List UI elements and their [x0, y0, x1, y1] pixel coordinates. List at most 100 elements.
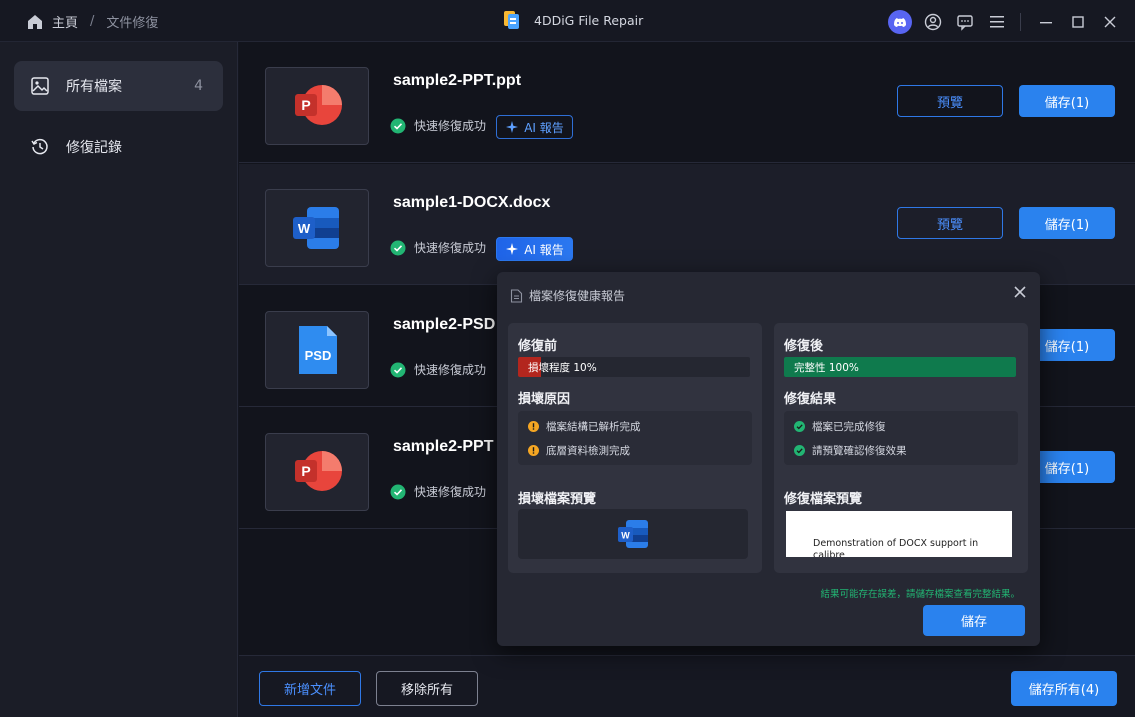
check-circle-icon: [390, 362, 406, 377]
save-button[interactable]: 儲存(1): [1019, 207, 1115, 239]
warning-icon: [528, 445, 539, 456]
check-circle-icon: [794, 421, 805, 432]
list-item-text: 檔案結構已解析完成: [546, 421, 641, 433]
list-item: 檔案已完成修復: [794, 419, 886, 434]
sidebar-item-label: 所有檔案: [66, 79, 122, 95]
integrity-bar: 完整性 100%: [784, 357, 1016, 377]
file-name: sample2-PSD: [393, 316, 496, 333]
file-thumbnail: PSD: [265, 311, 369, 389]
document-icon: [510, 288, 523, 303]
app-title-text: 4DDiG File Repair: [534, 12, 644, 28]
file-name: sample1-DOCX.docx: [393, 194, 551, 211]
file-thumbnail: P: [265, 433, 369, 511]
home-icon[interactable]: [26, 13, 44, 31]
powerpoint-icon: P: [295, 85, 342, 125]
account-icon[interactable]: [922, 11, 944, 33]
check-circle-icon: [794, 445, 805, 456]
save-all-button[interactable]: 儲存所有(4): [1011, 671, 1117, 706]
list-item-text: 請預覽確認修復效果: [812, 445, 907, 457]
after-heading: 修復後: [784, 338, 824, 353]
repair-status: 快速修復成功: [390, 361, 486, 378]
list-item: 檔案結構已解析完成: [528, 419, 641, 434]
result-note: 結果可能存在誤差，請儲存檔案查看完整結果。: [820, 589, 1020, 600]
damage-bar-label: 損壞程度 10%: [528, 362, 597, 374]
file-row[interactable]: P sample2-PPT.ppt 快速修復成功 AI 報告 預覽 儲存(1): [239, 42, 1135, 163]
maximize-icon[interactable]: [1067, 11, 1089, 33]
preview-button[interactable]: 預覽: [897, 85, 1003, 117]
sparkle-icon: [506, 121, 519, 133]
repair-status-text: 快速修復成功: [414, 241, 487, 255]
close-icon[interactable]: [1099, 11, 1121, 33]
list-item-text: 檔案已完成修復: [812, 421, 886, 433]
popup-save-button[interactable]: 儲存: [923, 605, 1025, 636]
after-repair-panel: 修復後 完整性 100% 修復結果 檔案已完成修復 請預覽確認修復效果 修復檔案…: [774, 323, 1028, 573]
repaired-file-preview[interactable]: Demonstration of DOCX support in calibre: [786, 511, 1012, 557]
before-heading: 修復前: [518, 338, 558, 353]
cause-heading: 損壞原因: [518, 391, 571, 406]
sidebar-item-all-files[interactable]: 所有檔案 4: [14, 61, 223, 111]
svg-text:W: W: [298, 221, 311, 236]
popup-title: 檔案修復健康報告: [510, 287, 625, 304]
repair-status: 快速修復成功: [390, 117, 486, 134]
breadcrumb-separator: /: [90, 14, 95, 29]
file-name: sample2-PPT: [393, 438, 494, 455]
powerpoint-icon: P: [295, 451, 342, 491]
word-icon: W: [293, 207, 339, 249]
ai-report-popup: 檔案修復健康報告 修復前 損壞程度 10% 損壞原因 檔案結構已解析完成 底層資…: [497, 272, 1040, 646]
feedback-icon[interactable]: [954, 11, 976, 33]
psd-label: PSD: [305, 348, 332, 363]
warning-icon: [528, 421, 539, 432]
title-bar: 主頁 / 文件修復 4DDiG File Repair: [0, 0, 1135, 42]
discord-icon[interactable]: [888, 10, 912, 34]
preview-button[interactable]: 預覽: [897, 207, 1003, 239]
repaired-preview-heading: 修復檔案預覽: [784, 491, 863, 506]
close-icon[interactable]: [1012, 284, 1028, 300]
check-circle-icon: [390, 484, 406, 499]
file-count: 4: [194, 78, 203, 94]
app-title: 4DDiG File Repair: [502, 10, 643, 30]
window-controls: [878, 10, 1121, 34]
breadcrumb-current: 文件修復: [106, 16, 159, 31]
preview-document-text: Demonstration of DOCX support in calibre: [813, 538, 979, 557]
ai-report-button[interactable]: AI 報告: [496, 115, 573, 139]
breadcrumb-home[interactable]: 主頁: [52, 12, 78, 31]
check-circle-icon: [390, 240, 406, 255]
minimize-icon[interactable]: [1035, 11, 1057, 33]
svg-text:W: W: [621, 531, 630, 541]
word-icon: W: [618, 520, 648, 548]
file-thumbnail: P: [265, 67, 369, 145]
check-circle-icon: [390, 118, 406, 133]
remove-all-button[interactable]: 移除所有: [376, 671, 478, 706]
repair-status-text: 快速修復成功: [414, 485, 487, 499]
integrity-bar-label: 完整性 100%: [794, 362, 859, 374]
result-list: 檔案已完成修復 請預覽確認修復效果: [784, 411, 1018, 465]
save-button[interactable]: 儲存(1): [1019, 85, 1115, 117]
file-name: sample2-PPT.ppt: [393, 72, 522, 89]
ai-report-button[interactable]: AI 報告: [496, 237, 573, 261]
psd-icon: PSD: [299, 326, 337, 374]
ai-report-label: AI 報告: [524, 242, 564, 257]
sidebar: 所有檔案 4 修復記錄: [0, 42, 238, 717]
toolbar-divider: [1020, 13, 1021, 31]
add-file-button[interactable]: 新增文件: [259, 671, 361, 706]
list-item: 底層資料檢測完成: [528, 443, 630, 458]
before-repair-panel: 修復前 損壞程度 10% 損壞原因 檔案結構已解析完成 底層資料檢測完成 損壞檔…: [508, 323, 762, 573]
repair-status-text: 快速修復成功: [414, 119, 487, 133]
image-icon: [31, 77, 49, 95]
damaged-preview-heading: 損壞檔案預覽: [518, 491, 597, 506]
app-logo-icon: [504, 11, 519, 29]
sidebar-item-history[interactable]: 修復記錄: [14, 122, 223, 172]
list-item-text: 底層資料檢測完成: [546, 445, 630, 457]
popup-title-text: 檔案修復健康報告: [529, 289, 626, 303]
svg-text:P: P: [301, 97, 310, 113]
history-icon: [31, 138, 48, 155]
repair-status-text: 快速修復成功: [414, 363, 487, 377]
file-row[interactable]: W sample1-DOCX.docx 快速修復成功 AI 報告 預覽 儲存(1…: [239, 164, 1135, 285]
menu-icon[interactable]: [986, 11, 1008, 33]
repair-status: 快速修復成功: [390, 483, 486, 500]
bottom-bar: 新增文件 移除所有 儲存所有(4): [239, 655, 1135, 717]
list-item: 請預覽確認修復效果: [794, 443, 907, 458]
repair-status: 快速修復成功: [390, 239, 486, 256]
sidebar-item-label: 修復記錄: [66, 140, 122, 156]
damaged-file-preview[interactable]: W: [518, 509, 748, 559]
